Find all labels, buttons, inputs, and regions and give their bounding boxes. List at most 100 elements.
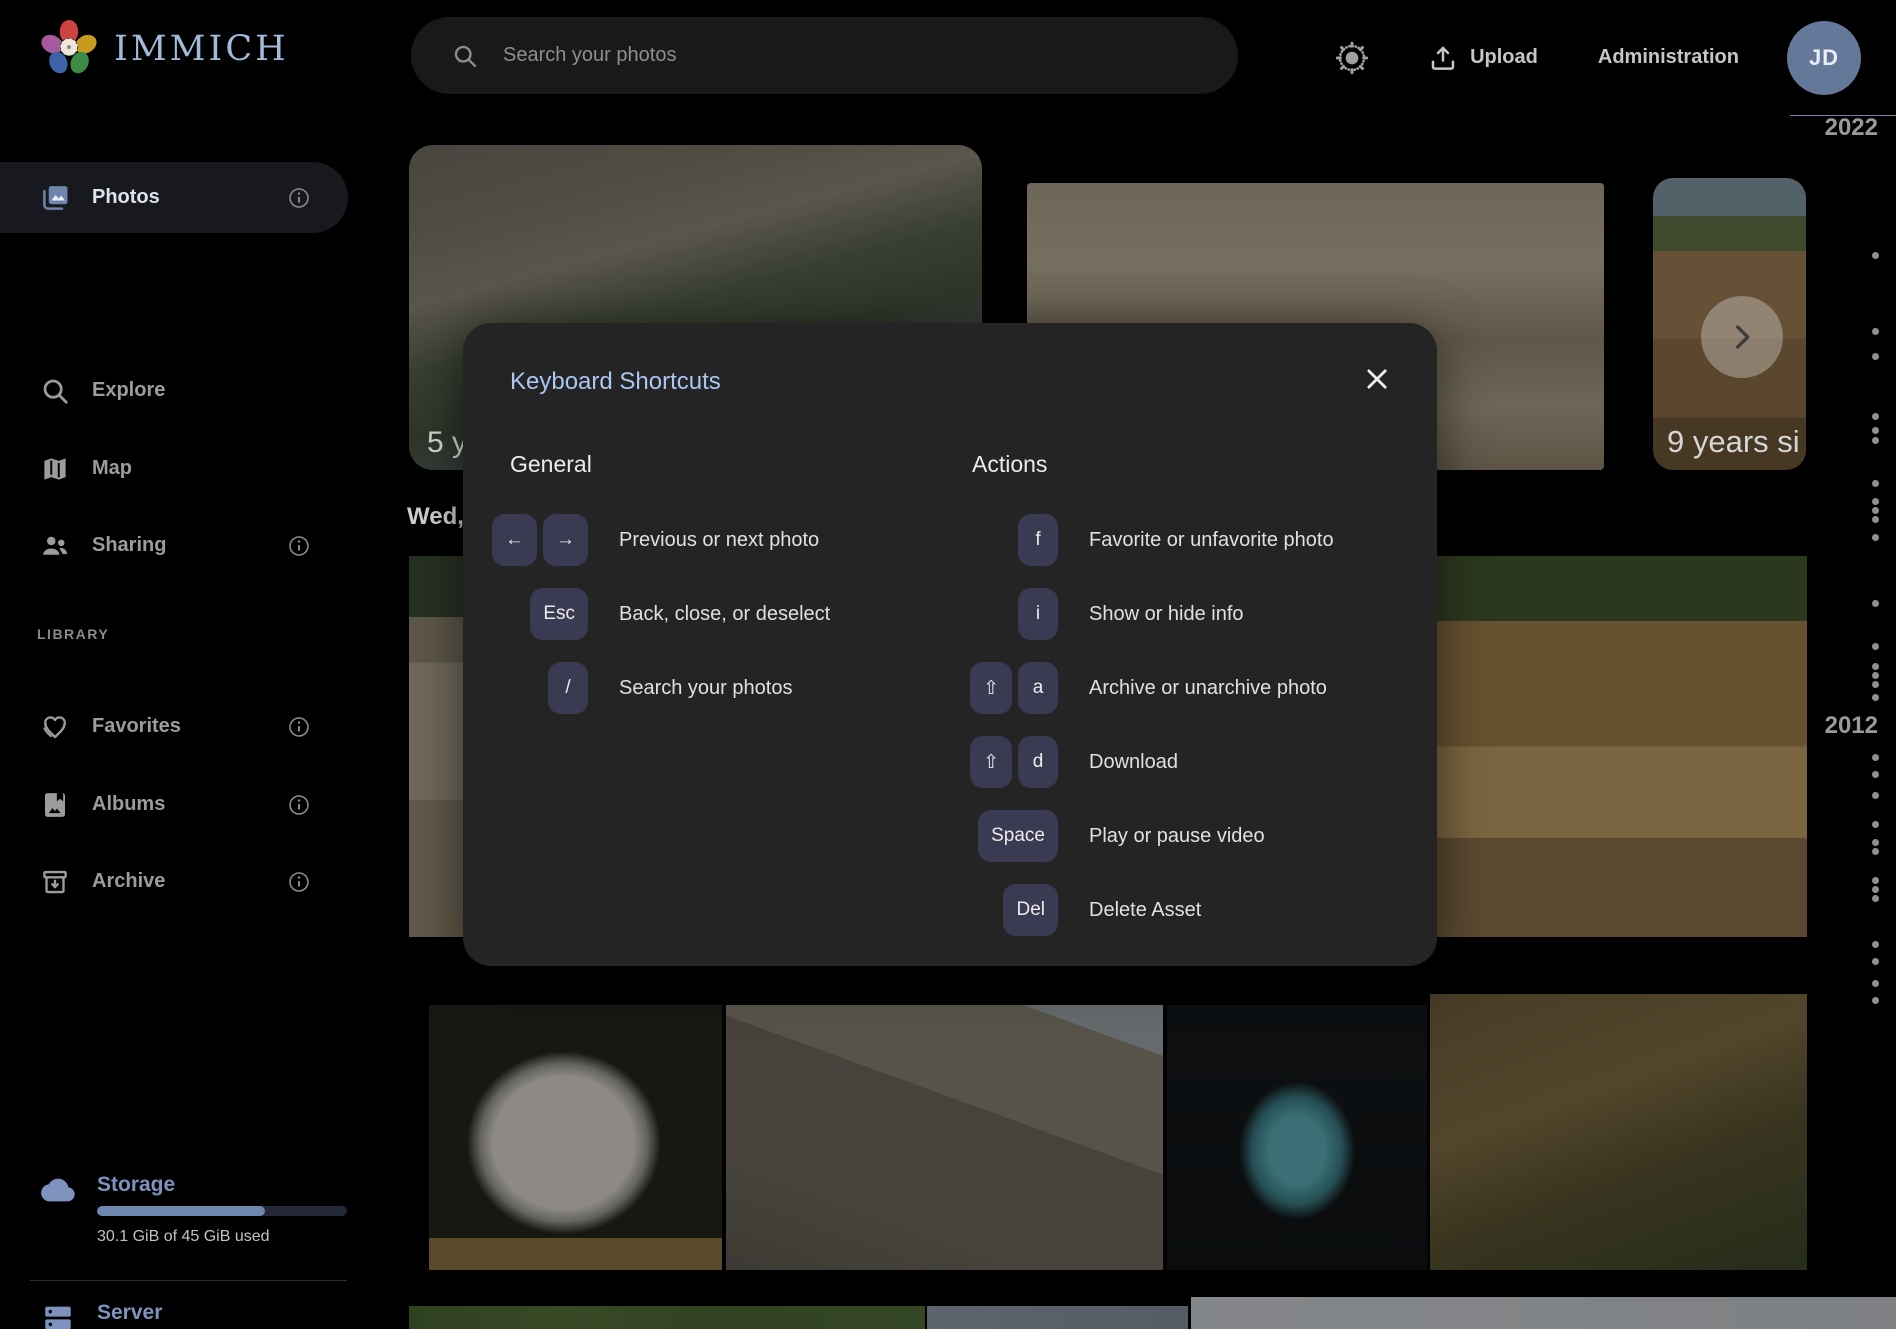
server-title: Server — [97, 1301, 162, 1325]
shortcut-description: Play or pause video — [1089, 825, 1265, 848]
shortcut-keys: Del — [953, 884, 1058, 936]
shortcut-keys: / — [491, 662, 588, 714]
photo-thumbnail-grass[interactable] — [409, 1306, 925, 1329]
sidebar-item-map[interactable]: Map — [0, 433, 348, 504]
shortcut-row: ⇧aArchive or unarchive photo — [953, 651, 1413, 725]
shortcut-description: Search your photos — [619, 677, 792, 700]
photo-thumbnail-teapots[interactable] — [1167, 1005, 1427, 1270]
info-icon[interactable] — [287, 793, 311, 817]
scrubber-dot — [1872, 848, 1879, 855]
date-group-header: Wed, — [407, 503, 464, 531]
scrubber-dot — [1872, 507, 1879, 514]
shortcut-row: DelDelete Asset — [953, 873, 1413, 947]
photo-thumbnail-gray[interactable] — [927, 1306, 1188, 1329]
scrubber-year-middle: 2012 — [1825, 712, 1878, 740]
divider — [30, 1280, 347, 1281]
library-section-header: LIBRARY — [37, 626, 109, 642]
scrubber-dot — [1872, 997, 1879, 1004]
info-icon[interactable] — [287, 186, 311, 210]
photo-thumbnail-beach-cliff[interactable] — [1434, 556, 1807, 937]
server-icon — [40, 1301, 76, 1329]
scrubber-dot — [1872, 681, 1879, 688]
shortcut-keys: ⇧a — [953, 662, 1058, 714]
app-logo[interactable]: IMMICH — [38, 18, 289, 80]
sidebar-item-label: Albums — [92, 793, 165, 816]
sidebar-item-albums[interactable]: Albums — [0, 769, 348, 840]
photo-thumbnail-bust[interactable] — [429, 1005, 722, 1270]
scrubber-dot — [1872, 839, 1879, 846]
storage-progress-bar — [97, 1206, 347, 1216]
shortcut-description: Previous or next photo — [619, 529, 819, 552]
storage-usage-text: 30.1 GiB of 45 GiB used — [97, 1228, 270, 1246]
search-icon — [451, 42, 479, 70]
keyboard-shortcuts-modal: Keyboard Shortcuts General←→Previous or … — [463, 323, 1437, 966]
user-avatar[interactable]: JD — [1787, 21, 1861, 95]
photo-thumbnail-lizard[interactable] — [1430, 994, 1807, 1270]
keycap: Esc — [530, 588, 588, 640]
app-title: IMMICH — [114, 29, 289, 69]
sidebar-item-archive[interactable]: Archive — [0, 846, 348, 917]
shortcuts-column-general: General ←→ Previous or next photo EscBack, … — [491, 451, 931, 725]
scrubber-dot — [1872, 498, 1879, 505]
administration-button[interactable]: Administration — [1592, 45, 1745, 70]
shortcut-row: ⇧dDownload — [953, 725, 1413, 799]
memory-card-label: 9 years si — [1667, 424, 1800, 460]
theme-toggle-button[interactable] — [1328, 39, 1376, 77]
map-icon — [40, 454, 70, 484]
heart-icon — [40, 712, 70, 742]
photos-icon — [40, 183, 70, 213]
scrubber-dot — [1872, 958, 1879, 965]
keycap: d — [1018, 736, 1058, 788]
sidebar-item-sharing[interactable]: Sharing — [0, 510, 348, 581]
scrubber-dot — [1872, 516, 1879, 523]
memory-card-canyon[interactable]: 9 years si — [1653, 178, 1806, 470]
sidebar-item-label: Photos — [92, 186, 160, 209]
shortcut-description: Favorite or unfavorite photo — [1089, 529, 1334, 552]
keycap: Del — [1003, 884, 1058, 936]
shortcut-row: EscBack, close, or deselect — [491, 577, 931, 651]
scrubber-dot — [1872, 821, 1879, 828]
modal-close-button[interactable] — [1357, 359, 1397, 399]
keycap: f — [1018, 514, 1058, 566]
info-icon[interactable] — [287, 870, 311, 894]
shortcut-keys: f — [953, 514, 1058, 566]
search-bar[interactable] — [411, 17, 1238, 94]
sidebar-item-photos[interactable]: Photos — [0, 162, 348, 233]
scrubber-dot — [1872, 600, 1879, 607]
shortcut-row: / Search your photos — [491, 651, 931, 725]
scrubber-dot — [1872, 895, 1879, 902]
scrubber-dot — [1872, 941, 1879, 948]
memory-next-button[interactable] — [1701, 296, 1783, 378]
shortcut-keys: ←→ — [491, 514, 588, 566]
sidebar-item-favorites[interactable]: Favorites — [0, 691, 348, 762]
scrubber-dot — [1872, 886, 1879, 893]
timeline-scrubber[interactable]: 2022 2012 — [1786, 0, 1896, 1329]
shortcuts-column-actions: ActionsfFavorite or unfavorite photoiSho… — [953, 451, 1413, 947]
album-icon — [40, 790, 70, 820]
shortcut-row: iShow or hide info — [953, 577, 1413, 651]
upload-icon — [1428, 43, 1458, 73]
shortcut-keys: ⇧d — [953, 736, 1058, 788]
search-input[interactable] — [501, 43, 1141, 68]
sidebar-item-explore[interactable]: Explore — [0, 355, 348, 426]
upload-button[interactable]: Upload — [1422, 42, 1544, 74]
scrubber-dot — [1872, 663, 1879, 670]
navbar: IMMICH Upload Administration JD — [0, 0, 1896, 115]
storage-title: Storage — [97, 1173, 175, 1197]
keycap: ⇧ — [970, 662, 1012, 714]
immich-flower-icon — [38, 18, 100, 80]
sidebar: Photos Explore Map Sharing LIBRARY Favor… — [0, 115, 348, 1329]
archive-icon — [40, 867, 70, 897]
info-icon[interactable] — [287, 534, 311, 558]
shortcuts-section-header: General — [510, 451, 931, 481]
scrubber-dot — [1872, 771, 1879, 778]
photo-thumbnail-ruins[interactable] — [726, 1005, 1163, 1270]
people-icon — [40, 531, 70, 561]
scrubber-dot — [1872, 643, 1879, 650]
sidebar-item-label: Map — [92, 457, 132, 480]
scrubber-dot — [1872, 877, 1879, 884]
upload-label: Upload — [1470, 46, 1538, 69]
info-icon[interactable] — [287, 715, 311, 739]
scrubber-dot — [1872, 792, 1879, 799]
scrubber-dot — [1872, 353, 1879, 360]
